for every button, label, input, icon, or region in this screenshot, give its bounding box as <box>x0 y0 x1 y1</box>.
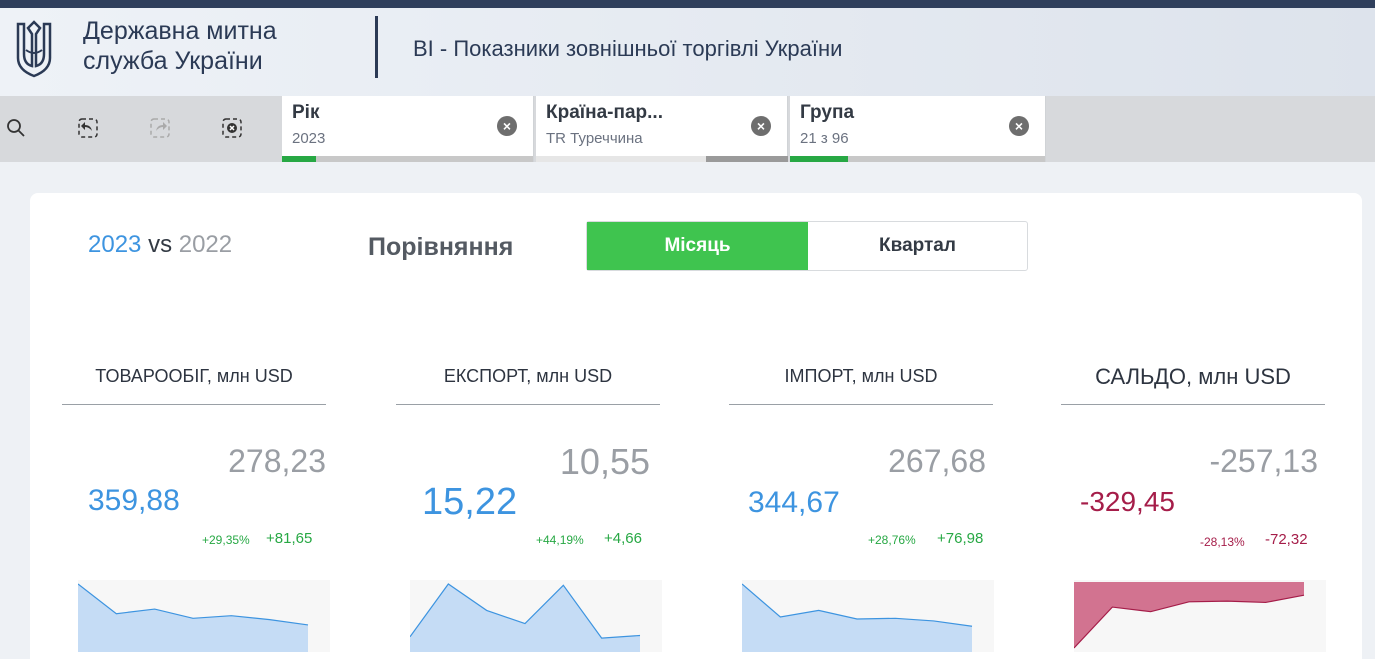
selection-state-bar <box>536 156 788 162</box>
header-divider <box>375 16 378 78</box>
clear-selections-icon[interactable] <box>220 116 244 140</box>
app-title: BI - Показники зовнішньої торгівлі Украї… <box>413 36 843 61</box>
org-name-line2: служба України <box>83 47 263 75</box>
selection-chip-year[interactable]: Рік 2023 × <box>282 96 534 162</box>
organization-name: Державна митна служба України <box>83 16 363 76</box>
kpi-previous-export: 10,55 <box>559 441 650 482</box>
kpi-previous-balance: -257,13 <box>1209 443 1318 479</box>
clear-selection-icon[interactable]: × <box>497 116 517 136</box>
month-button[interactable]: Місяць <box>587 222 808 270</box>
top-strip <box>0 0 1375 8</box>
step-forward-icon[interactable] <box>148 116 172 140</box>
step-back-icon[interactable] <box>76 116 100 140</box>
sparkline-balance <box>1074 580 1326 652</box>
kpi-current-import: 344,67 <box>748 486 840 519</box>
chip-value: 21 з 96 <box>800 130 849 147</box>
year-comparison: 2023 vs 2022 <box>88 231 232 259</box>
current-year: 2023 <box>88 231 142 258</box>
chip-value: TR Туреччина <box>546 130 643 147</box>
selections-bar: Рік 2023 × Країна-пар... TR Туреччина × … <box>0 96 1375 162</box>
kpi-diff-turnover: +81,65 <box>266 530 313 547</box>
clear-selection-icon[interactable]: × <box>751 116 771 136</box>
sparkline-import <box>742 580 994 652</box>
chip-title: Група <box>800 102 855 123</box>
chip-title: Країна-пар... <box>546 102 663 123</box>
kpi-current-export: 15,22 <box>422 481 518 523</box>
kpi-diff-balance: -72,32 <box>1265 531 1308 548</box>
kpi-pct-balance: -28,13% <box>1200 535 1245 549</box>
period-toggle: Місяць Квартал <box>586 221 1028 271</box>
kpi-title-balance: САЛЬДО, млн USD <box>1095 364 1291 389</box>
app-header: Державна митна служба України BI - Показ… <box>0 8 1375 96</box>
kpi-title-turnover: ТОВАРООБІГ, млн USD <box>95 366 293 386</box>
kpi-current-balance: -329,45 <box>1080 486 1175 517</box>
selection-chip-country[interactable]: Країна-пар... TR Туреччина × <box>536 96 788 162</box>
quarter-button[interactable]: Квартал <box>808 222 1027 270</box>
kpi-current-turnover: 359,88 <box>88 484 180 517</box>
sparkline-export <box>410 580 662 652</box>
org-name-line1: Державна митна <box>83 17 277 45</box>
kpi-diff-import: +76,98 <box>937 530 984 547</box>
kpi-title-import: ІМПОРТ, млн USD <box>784 366 938 386</box>
kpi-pct-turnover: +29,35% <box>202 533 250 547</box>
sparkline-turnover <box>78 580 330 652</box>
kpi-divider <box>1061 404 1325 405</box>
selection-state-bar <box>282 156 533 162</box>
selection-chip-group[interactable]: Група 21 з 96 × <box>790 96 1046 162</box>
kpi-pct-export: +44,19% <box>536 533 584 547</box>
kpi-previous-import: 267,68 <box>888 443 986 479</box>
smart-search-icon[interactable] <box>4 116 28 140</box>
kpi-title-export: ЕКСПОРТ, млн USD <box>443 366 613 386</box>
clear-selection-icon[interactable]: × <box>1009 116 1029 136</box>
trident-logo-icon <box>16 20 52 78</box>
kpi-divider <box>729 404 993 405</box>
kpi-divider <box>396 404 660 405</box>
comparison-label: Порівняння <box>368 233 514 261</box>
chip-value: 2023 <box>292 130 326 147</box>
chip-title: Рік <box>292 102 320 123</box>
selection-state-bar <box>790 156 1045 162</box>
kpi-divider <box>62 404 326 405</box>
previous-year: 2022 <box>178 231 233 258</box>
kpi-pct-import: +28,76% <box>868 533 916 547</box>
kpi-previous-turnover: 278,23 <box>228 443 326 479</box>
vs-label: vs <box>148 231 173 258</box>
kpi-diff-export: +4,66 <box>604 530 642 547</box>
